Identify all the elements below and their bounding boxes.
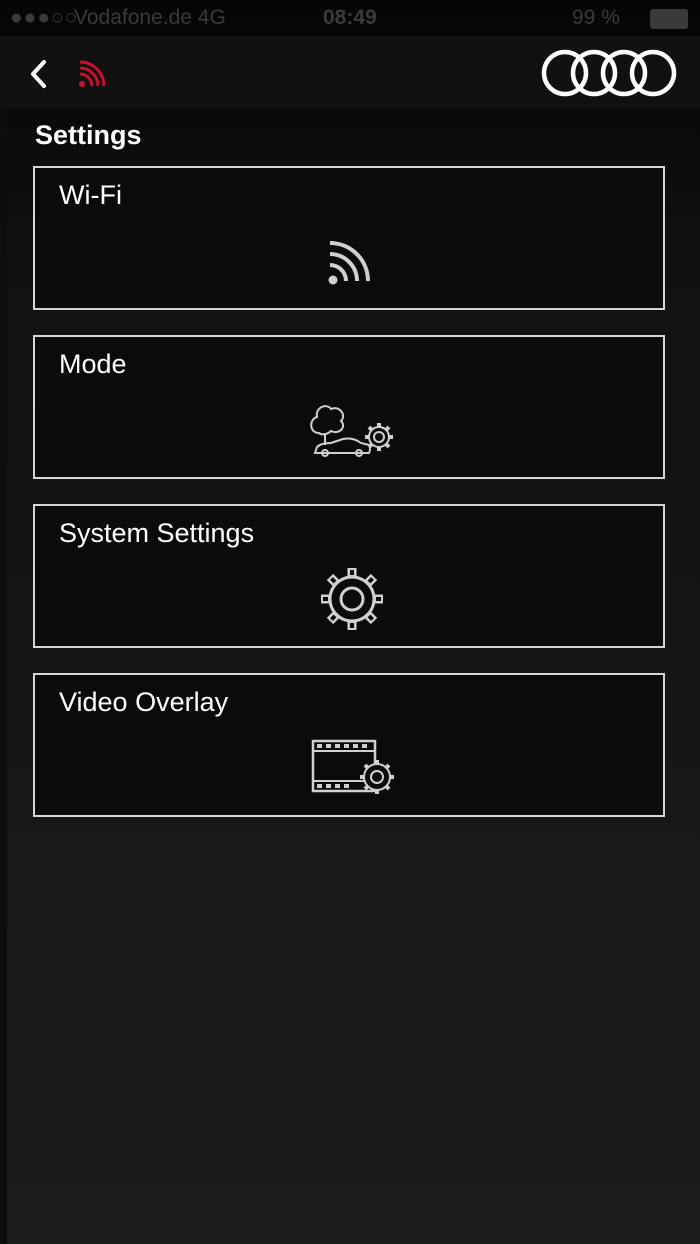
wifi-signal-icon <box>79 60 106 87</box>
settings-item-wifi[interactable]: Wi-Fi <box>33 166 665 310</box>
app-screen: ●●●○○ Vodafone.de 4G 08:49 99 % Settings… <box>0 0 700 1244</box>
connection-status-icon <box>76 58 108 90</box>
settings-item-video-overlay[interactable]: Video Overlay <box>33 673 665 817</box>
settings-item-label: Wi-Fi <box>59 180 122 210</box>
battery-icon <box>650 9 688 29</box>
settings-item-system-settings[interactable]: System Settings <box>33 504 665 648</box>
clock: 08:49 <box>323 6 377 29</box>
wifi-icon <box>328 241 370 285</box>
battery-percent: 99 % <box>572 6 620 29</box>
carrier-label: Vodafone.de 4G <box>74 6 226 29</box>
settings-item-label: Mode <box>59 349 127 379</box>
page-title: Settings <box>35 120 142 150</box>
audi-rings-logo <box>541 49 677 97</box>
settings-item-mode[interactable]: Mode <box>33 335 665 479</box>
signal-strength: ●●●○○ <box>10 6 79 29</box>
film-gear-icon <box>311 739 394 794</box>
gear-icon <box>321 568 383 630</box>
settings-item-label: Video Overlay <box>59 687 229 717</box>
chevron-left-icon <box>31 60 46 88</box>
settings-item-label: System Settings <box>59 518 255 548</box>
back-button[interactable] <box>22 56 58 92</box>
status-bar: ●●●○○ Vodafone.de 4G 08:49 99 % <box>0 0 700 36</box>
scroll-edge <box>0 108 7 1244</box>
top-navbar <box>0 36 700 108</box>
tree-car-gear-icon <box>310 405 393 457</box>
